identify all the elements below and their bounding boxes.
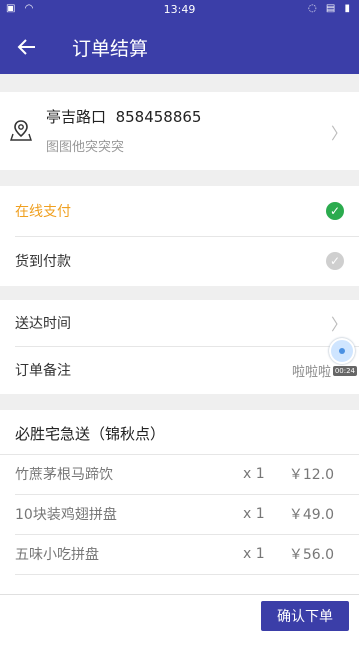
- payment-online-label: 在线支付: [15, 204, 71, 220]
- shop-name: 必胜宅急送（锦秋点）: [15, 425, 166, 443]
- payment-card: 在线支付 ✓ 货到付款 ✓: [0, 186, 359, 286]
- map-pin-icon: [10, 120, 32, 141]
- item-qty: x 1: [243, 466, 265, 482]
- floating-assistant-icon[interactable]: [329, 338, 355, 364]
- order-note-row[interactable]: 订单备注 啦啦啦: [0, 346, 359, 394]
- page-title: 订单结算: [72, 38, 149, 60]
- order-note-label: 订单备注: [15, 363, 71, 379]
- payment-online-option[interactable]: 在线支付 ✓: [0, 186, 359, 236]
- item-price: ￥49.0: [288, 507, 334, 523]
- delivery-time-label: 送达时间: [15, 316, 71, 332]
- chevron-right-icon: 〉: [330, 315, 347, 334]
- item-qty: x 1: [243, 506, 265, 522]
- arrow-left-icon: [17, 39, 35, 55]
- app-bar: 订单结算: [0, 20, 359, 74]
- back-button[interactable]: [12, 32, 42, 62]
- order-options-card: 送达时间 〉 订单备注 啦啦啦 00:24: [0, 300, 359, 394]
- assistant-dot: [339, 348, 345, 354]
- list-item: 五味小吃拼盘 x 1 ￥56.0: [15, 534, 344, 574]
- chevron-right-icon: 〉: [330, 124, 347, 143]
- bottom-bar: 确认下单: [0, 594, 359, 660]
- system-icons: ◌ ▤ ▮: [307, 3, 353, 14]
- floating-timer: 00:24: [332, 366, 357, 376]
- status-time: 13:49: [163, 3, 196, 16]
- payment-cod-option[interactable]: 货到付款 ✓: [0, 236, 359, 286]
- item-price: ￥56.0: [288, 547, 334, 563]
- status-bar: ▣ ◠ 13:49 ◌ ▤ ▮: [0, 0, 359, 20]
- address-phone: 858458865: [115, 108, 202, 126]
- confirm-order-button[interactable]: 确认下单: [261, 601, 349, 631]
- address-contact: 亭吉路口 858458865: [46, 106, 201, 127]
- list-item: 10块装鸡翅拼盘 x 1 ￥49.0: [15, 494, 344, 534]
- check-circle-icon: ✓: [326, 252, 344, 270]
- address-detail: 图图他突突突: [46, 140, 125, 155]
- check-circle-icon: ✓: [326, 202, 344, 220]
- payment-cod-label: 货到付款: [15, 254, 71, 270]
- order-note-value: 啦啦啦: [291, 364, 331, 380]
- item-qty: x 1: [243, 546, 265, 562]
- delivery-time-row[interactable]: 送达时间 〉: [0, 300, 359, 346]
- address-name: 亭吉路口: [46, 108, 107, 126]
- address-card[interactable]: 亭吉路口 858458865 图图他突突突 〉: [0, 92, 359, 170]
- item-price: ￥12.0: [288, 467, 334, 483]
- list-item: 竹蔗茅根马蹄饮 x 1 ￥12.0: [15, 454, 344, 494]
- divider: [15, 574, 359, 575]
